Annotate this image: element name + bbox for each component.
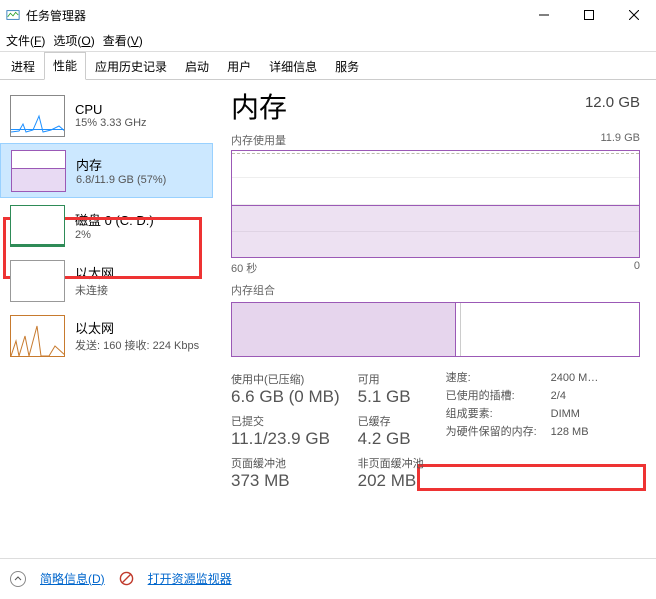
prop-label: 已使用的插槽: (446, 387, 551, 405)
prop-label: 速度: (446, 369, 551, 387)
sidebar-item-label: CPU (75, 102, 147, 117)
metric-label: 使用中(已压缩) (231, 371, 340, 387)
sidebar-item-label: 以太网 (75, 318, 199, 337)
prop-value: 2400 M… (551, 369, 599, 387)
footer: 简略信息(D) 打开资源监视器 (0, 558, 656, 598)
metric-label: 已提交 (231, 413, 340, 429)
memory-thumbnail (11, 150, 66, 192)
memory-usage-chart[interactable] (231, 150, 640, 258)
sidebar-item-cpu[interactable]: CPU15% 3.33 GHz (0, 88, 213, 143)
usage-chart-max: 11.9 GB (600, 132, 640, 148)
sidebar-item-label: 磁盘 0 (C: D:) (75, 210, 154, 229)
tab-services[interactable]: 服务 (326, 53, 368, 80)
memory-composition-chart[interactable] (231, 302, 640, 357)
disk-thumbnail (10, 205, 65, 247)
resource-monitor-icon (119, 571, 134, 586)
tab-startup[interactable]: 启动 (176, 53, 218, 80)
sidebar-item-sub: 发送: 160 接收: 224 Kbps (75, 337, 199, 353)
tab-bar: 进程 性能 应用历史记录 启动 用户 详细信息 服务 (0, 52, 656, 80)
prop-label: 为硬件保留的内存: (446, 423, 551, 441)
menu-view[interactable]: 查看(V) (103, 32, 143, 49)
open-resource-monitor-link[interactable]: 打开资源监视器 (148, 570, 232, 587)
prop-label: 组成要素: (446, 405, 551, 423)
sidebar: CPU15% 3.33 GHz 内存6.8/11.9 GB (57%) 磁盘 0… (0, 80, 213, 558)
sidebar-item-sub: 6.8/11.9 GB (57%) (76, 174, 166, 186)
sidebar-item-sub: 2% (75, 229, 154, 241)
tab-app-history[interactable]: 应用历史记录 (86, 53, 176, 80)
close-button[interactable] (611, 0, 656, 30)
sidebar-item-disk[interactable]: 磁盘 0 (C: D:)2% (0, 198, 213, 253)
window-title: 任务管理器 (26, 7, 521, 24)
prop-value: 128 MB (551, 423, 589, 441)
metric-label: 可用 (358, 371, 424, 387)
menubar: 文件(F) 选项(O) 查看(V) (0, 30, 656, 52)
chart-x-left: 60 秒 (231, 260, 257, 276)
composition-label: 内存组合 (231, 282, 275, 298)
menu-file[interactable]: 文件(F) (6, 32, 45, 49)
metric-value: 373 MB (231, 471, 340, 491)
metric-value: 11.1/23.9 GB (231, 429, 340, 449)
prop-value: DIMM (551, 405, 580, 423)
metric-value: 5.1 GB (358, 387, 424, 407)
chevron-up-icon[interactable] (10, 571, 26, 587)
sidebar-item-sub: 15% 3.33 GHz (75, 117, 147, 129)
metric-label: 页面缓冲池 (231, 455, 340, 471)
chart-x-right: 0 (634, 260, 640, 276)
metrics: 使用中(已压缩) 6.6 GB (0 MB) 已提交 11.1/23.9 GB … (231, 369, 640, 497)
metric-value: 6.6 GB (0 MB) (231, 387, 340, 407)
tab-performance[interactable]: 性能 (44, 52, 86, 80)
taskmgr-icon (6, 8, 20, 22)
sidebar-item-ethernet-1[interactable]: 以太网未连接 (0, 253, 213, 308)
usage-chart-label: 内存使用量 (231, 132, 286, 148)
page-title: 内存 (231, 86, 287, 126)
metric-label: 已缓存 (358, 413, 424, 429)
tab-details[interactable]: 详细信息 (260, 53, 326, 80)
fewer-details-link[interactable]: 简略信息(D) (40, 570, 105, 587)
sidebar-item-ethernet-2[interactable]: 以太网发送: 160 接收: 224 Kbps (0, 308, 213, 363)
menu-options[interactable]: 选项(O) (53, 32, 94, 49)
metric-label: 非页面缓冲池 (358, 455, 424, 471)
sidebar-item-label: 内存 (76, 155, 166, 174)
maximize-button[interactable] (566, 0, 611, 30)
memory-properties: 速度:2400 M… 已使用的插槽:2/4 组成要素:DIMM 为硬件保留的内存… (446, 369, 599, 497)
ethernet-thumbnail (10, 315, 65, 357)
minimize-button[interactable] (521, 0, 566, 30)
sidebar-item-label: 以太网 (75, 263, 114, 282)
prop-value: 2/4 (551, 387, 566, 405)
ethernet-thumbnail (10, 260, 65, 302)
titlebar: 任务管理器 (0, 0, 656, 30)
metric-value: 202 MB (358, 471, 424, 491)
tab-users[interactable]: 用户 (218, 53, 260, 80)
tab-processes[interactable]: 进程 (2, 53, 44, 80)
memory-capacity: 12.0 GB (585, 94, 640, 111)
cpu-thumbnail (10, 95, 65, 137)
main-panel: 内存 12.0 GB 内存使用量 11.9 GB 60 秒 0 内存组合 使用中(已… (213, 80, 656, 558)
metric-value: 4.2 GB (358, 429, 424, 449)
sidebar-item-sub: 未连接 (75, 282, 114, 298)
sidebar-item-memory[interactable]: 内存6.8/11.9 GB (57%) (0, 143, 213, 198)
content: CPU15% 3.33 GHz 内存6.8/11.9 GB (57%) 磁盘 0… (0, 80, 656, 558)
